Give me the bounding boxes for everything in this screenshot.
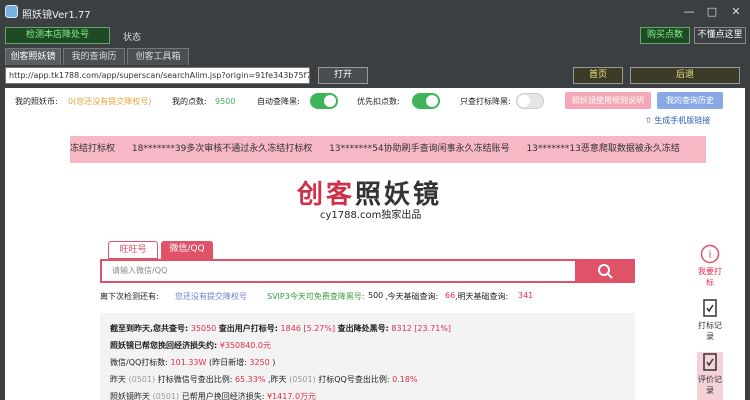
- stats-line-1: 截至到昨天,您共查号: 35050 查出用户打标号: 1846 [5.27%] …: [110, 323, 451, 334]
- base-value: 341: [518, 291, 534, 300]
- search-button[interactable]: [577, 259, 635, 283]
- address-bar[interactable]: http://app.tk1788.com/app/superscan/sear…: [5, 67, 310, 84]
- web-content: 我的照妖币: 0(您还没有提交降权号) 我的点数: 9500 自动查降黑: 优先…: [5, 88, 745, 400]
- stat-text: 查出用户打标号:: [218, 324, 278, 333]
- close-button[interactable]: ✕: [727, 4, 745, 20]
- points-value: 9500: [215, 97, 236, 106]
- side-records-button[interactable]: 打标记录: [697, 298, 723, 342]
- stat-value: 3250: [249, 358, 270, 367]
- stat-text: 照妖镜昨天: [110, 392, 150, 400]
- mobile-link[interactable]: ⇧ 生成手机版链接: [645, 112, 710, 130]
- stat-date: (0501): [289, 375, 316, 384]
- mobile-link-text: 生成手机版链接: [654, 116, 711, 125]
- review-check-icon: [703, 353, 717, 371]
- home-button[interactable]: 首页: [573, 67, 623, 84]
- used-value: 66: [445, 291, 456, 300]
- logo-subtitle: cy1788.com独家出品: [320, 210, 422, 221]
- auto-check-label: 自动查降黑:: [257, 97, 300, 106]
- app-window: 照妖镜Ver1.77 — □ ✕ 检测本店降处号 状态 购买点数 不懂点这里 创…: [0, 0, 750, 400]
- window-title: 照妖镜Ver1.77: [22, 10, 91, 21]
- stat-value: 0.18%: [392, 375, 418, 384]
- side-label: 我要打标: [698, 267, 722, 287]
- priority-toggle[interactable]: [412, 93, 440, 109]
- coins-label: 我的照妖币:: [15, 97, 58, 106]
- tab-wangwang[interactable]: 旺旺号: [108, 241, 158, 259]
- info-circle-icon: i: [700, 244, 720, 264]
- stat-value: 1846 [5.27%]: [280, 324, 336, 333]
- tab-wechat-qq[interactable]: 微信/QQ: [161, 241, 213, 259]
- coins-value[interactable]: 0(您还没有提交降权号): [68, 93, 151, 111]
- stat-value: 8312 [23.71%]: [391, 324, 452, 333]
- stat-text: 照妖镜已帮您挽回经济损失约:: [110, 341, 218, 350]
- stat-value: ¥350840.0元: [219, 341, 272, 350]
- stats-line-5: 照妖镜昨天 (0501) 已帮用户挽回经济损失: ¥1417.0万元: [110, 391, 316, 400]
- stats-panel: 截至到昨天,您共查号: 35050 查出用户打标号: 1846 [5.27%] …: [100, 313, 635, 400]
- title-bar: 照妖镜Ver1.77 — □ ✕: [0, 0, 750, 24]
- base-label: ,明天基础查询:: [455, 292, 509, 301]
- maximize-button[interactable]: □: [703, 4, 721, 20]
- next-check-label: 离下次检测还有:: [100, 292, 159, 301]
- svip-value: 500: [368, 291, 384, 300]
- next-check-link[interactable]: 您还没有提交降权号: [175, 291, 247, 302]
- check-store-button[interactable]: 检测本店降处号: [5, 27, 110, 44]
- side-reviews-button[interactable]: 评价记录: [697, 352, 723, 400]
- stat-text: 微信/QQ打标数:: [110, 358, 168, 367]
- stat-text: 查出降处黑号:: [337, 324, 389, 333]
- tab-toolbox[interactable]: 创客工具箱: [127, 48, 189, 65]
- stat-text: ): [272, 358, 276, 367]
- tab-history[interactable]: 我的查询历: [63, 48, 125, 65]
- stat-date: (0501): [128, 375, 156, 384]
- stat-date: (0501): [152, 392, 180, 400]
- search-icon: [598, 264, 613, 279]
- stats-line-3: 微信/QQ打标数: 101.33W (昨日新增: 3250 ): [110, 357, 275, 368]
- stat-text: (昨日新增:: [208, 358, 247, 367]
- stat-text: 已帮用户挽回经济损失:: [181, 392, 265, 400]
- top-toolbar: 检测本店降处号 状态 购买点数 不懂点这里: [0, 24, 750, 46]
- side-flag-button[interactable]: i 我要打标: [697, 244, 723, 288]
- ticker-item: 13*******13恶意爬取数据被永久冻结: [526, 144, 680, 154]
- open-button[interactable]: 打开: [318, 67, 368, 84]
- side-label: 打标记录: [698, 321, 722, 341]
- back-button[interactable]: 后退: [630, 67, 740, 84]
- priority-label: 优先扣点数:: [357, 97, 400, 106]
- rules-button[interactable]: 照妖镜使用规则说明: [565, 92, 651, 109]
- clipboard-check-icon: [703, 299, 717, 317]
- tab-chuangke[interactable]: 创客照妖镜: [5, 48, 61, 65]
- side-label: 评价记录: [698, 375, 722, 395]
- notice-ticker: 冻结打标权 18*******39多次审核不通过永久冻结打标权 13******…: [70, 136, 706, 163]
- stats-line-2: 照妖镜已帮您挽回经济损失约: ¥350840.0元: [110, 340, 271, 351]
- stat-value: 101.33W: [170, 358, 207, 367]
- stat-text: 昨天: [110, 375, 126, 384]
- status-label: 状态: [123, 33, 142, 43]
- search-input[interactable]: 请输入微信/QQ: [100, 259, 577, 283]
- stats-line-4: 昨天 (0501) 打标微信号查出比例: 65.33% ,昨天 (0501) 打…: [110, 374, 418, 385]
- help-button[interactable]: 不懂点这里: [694, 27, 746, 44]
- buy-points-button[interactable]: 购买点数: [640, 27, 690, 44]
- auto-check-toggle[interactable]: [310, 93, 338, 109]
- stat-text: ,昨天: [268, 375, 287, 384]
- used-label: ,今天基础查询:: [385, 292, 439, 301]
- stat-text: 打标微信号查出比例:: [157, 375, 233, 384]
- minimize-button[interactable]: —: [680, 4, 698, 20]
- ticker-item: 13*******54协助刷手查询闲事永久冻结账号: [329, 144, 510, 154]
- only-flag-toggle[interactable]: [516, 93, 544, 109]
- ticker-item: 18*******39多次审核不通过永久冻结打标权: [131, 144, 313, 154]
- points-label: 我的点数:: [172, 97, 207, 106]
- history-button[interactable]: 我的查询历史: [657, 92, 723, 109]
- ticker-item: 冻结打标权: [70, 144, 116, 154]
- app-icon: [5, 5, 18, 18]
- only-flag-label: 只查打标降黑:: [460, 97, 511, 106]
- stat-value: 35050: [190, 324, 217, 333]
- stat-value: ¥1417.0万元: [266, 392, 317, 400]
- svip-label: SVIP3今天可免费查降黑号:: [267, 292, 365, 301]
- stat-text: 截至到昨天,您共查号:: [110, 324, 189, 333]
- svg-text:i: i: [708, 248, 711, 261]
- stat-text: 打标QQ号查出比例:: [318, 375, 390, 384]
- stat-value: 65.33%: [234, 375, 266, 384]
